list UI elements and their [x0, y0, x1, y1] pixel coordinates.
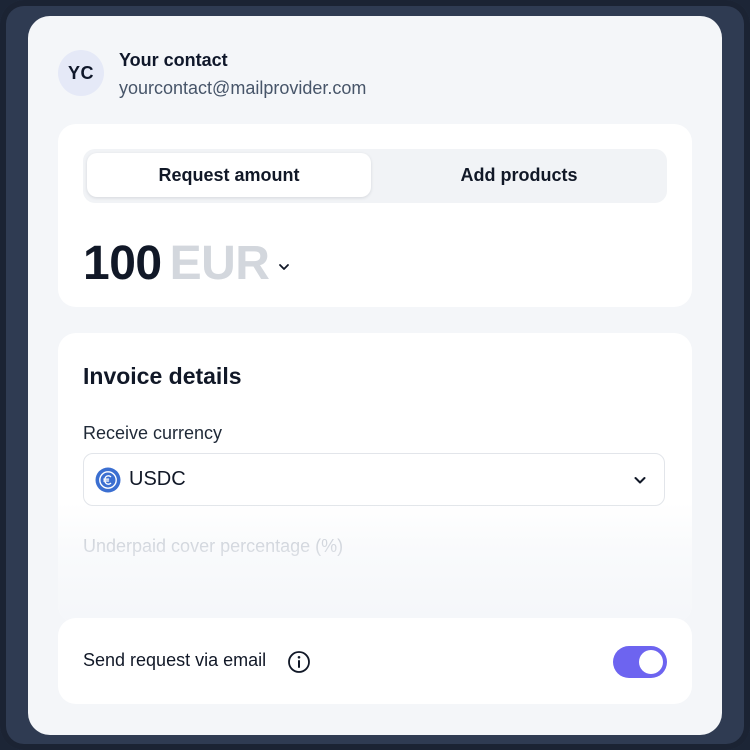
receive-currency-label: Receive currency	[83, 423, 223, 443]
invoice-details-panel: Invoice details Receive currency USDC Un…	[58, 333, 692, 623]
scroll-fade-overlay	[58, 503, 692, 623]
tab-request-amount[interactable]: Request amount	[87, 153, 371, 197]
receive-currency-value: USDC	[129, 468, 186, 490]
receive-currency-select[interactable]: USDC	[83, 453, 665, 506]
chevron-down-icon	[634, 477, 646, 484]
payment-request-card: YC Your contact yourcontact@mailprovider…	[28, 16, 722, 735]
underpaid-cover-label: Underpaid cover percentage (%)	[83, 536, 344, 556]
contact-email: yourcontact@mailprovider.com	[119, 78, 367, 98]
contact-header: YC Your contact yourcontact@mailprovider…	[58, 50, 366, 99]
avatar: YC	[58, 50, 104, 96]
amount-panel: Request amount Add products 100 EUR	[58, 124, 692, 307]
send-email-label: Send request via email	[83, 650, 267, 670]
amount-value[interactable]: 100	[83, 236, 162, 291]
device-frame: YC Your contact yourcontact@mailprovider…	[0, 0, 750, 750]
info-icon[interactable]	[287, 650, 311, 674]
amount-input[interactable]: 100 EUR	[83, 236, 291, 291]
mode-tabs: Request amount Add products	[83, 149, 667, 203]
toggle-knob	[639, 650, 663, 674]
send-email-toggle[interactable]	[613, 646, 667, 678]
currency-selector[interactable]: EUR	[170, 236, 270, 291]
usdc-coin-icon	[95, 467, 121, 492]
contact-name: Your contact	[119, 50, 228, 70]
email-option-panel: Send request via email	[58, 618, 692, 704]
chevron-down-icon[interactable]	[277, 260, 291, 274]
invoice-details-title: Invoice details	[83, 363, 242, 389]
contact-info: Your contact yourcontact@mailprovider.co…	[119, 49, 366, 99]
tab-add-products[interactable]: Add products	[377, 153, 661, 197]
